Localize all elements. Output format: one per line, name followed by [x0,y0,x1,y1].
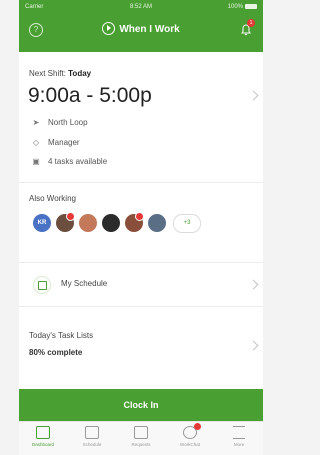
battery-icon [245,4,257,9]
divider [19,306,263,307]
menu-icon [233,426,245,439]
avatar[interactable] [125,212,144,232]
app-header: Carrier 8:52 AM 100% ? When I Work 1 [19,0,263,52]
task-chevron-icon[interactable] [248,340,259,351]
my-schedule-label: My Schedule [61,279,108,288]
tab-label: Dashboard [31,442,54,447]
task-lists-label[interactable]: Today's Task Lists [29,331,93,340]
avatar-initials[interactable]: KR [33,214,51,232]
divider [19,182,263,183]
tab-more[interactable]: More [215,426,263,447]
location-arrow-icon: ➤ [32,118,40,127]
shift-position-text: Manager [48,138,80,147]
avatar[interactable] [79,214,97,232]
tab-label: WorkChat [180,442,200,447]
battery-indicator: 100% [228,4,257,10]
avatar-status-dot [135,212,144,221]
brand-title: When I Work [19,22,263,36]
status-time: 8:52 AM [129,4,152,10]
tab-workchat[interactable]: WorkChat [166,423,214,447]
more-coworkers-button[interactable]: +3 [173,214,201,233]
clock-in-button[interactable]: Clock In [19,389,263,421]
calendar-icon [33,276,51,294]
avatar[interactable] [56,212,75,232]
app-screen: Carrier 8:52 AM 100% ? When I Work 1 Nex… [19,0,263,455]
shift-tasks: ▣ 4 tasks available [31,156,107,168]
task-progress: 80% complete [29,348,83,357]
chat-badge [194,423,201,430]
next-shift-label: Next Shift: Today [29,69,91,78]
calendar-icon [85,426,99,439]
title-bar: ? When I Work 1 [19,17,263,47]
next-shift-prefix: Next Shift: [29,69,66,78]
tab-label: More [233,442,245,447]
play-logo-icon [102,22,116,35]
my-schedule-row[interactable]: My Schedule [19,262,263,306]
battery-label: 100% [227,4,243,11]
tab-label: Schedule [82,442,102,447]
also-working-label: Also Working [29,194,76,203]
clipboard-icon: ▣ [32,157,40,166]
shift-chevron-icon[interactable] [248,90,259,101]
schedule-chevron-icon [248,279,259,290]
avatar-status-dot [66,212,75,221]
next-shift-day: Today [68,69,92,78]
shift-tasks-text: 4 tasks available [48,157,108,166]
shift-location: ➤ North Loop [31,117,88,129]
status-bar: Carrier 8:52 AM 100% [19,0,263,14]
tab-requests[interactable]: Requests [117,426,165,447]
tab-dashboard[interactable]: Dashboard [19,426,67,447]
tag-icon: ◇ [32,138,40,147]
app-title: When I Work [119,24,180,36]
chat-icon [183,423,201,439]
avatar[interactable] [102,214,120,232]
tab-label: Requests [131,442,151,447]
tab-bar: Dashboard Schedule Requests WorkChat Mor… [19,421,263,455]
inbox-icon [134,426,148,439]
notification-badge: 1 [247,19,255,27]
avatar[interactable] [148,214,166,232]
shift-time[interactable]: 9:00a - 5:00p [28,84,152,108]
dashboard-icon [36,426,50,439]
shift-location-text: North Loop [48,118,88,127]
notifications-button[interactable]: 1 [241,19,255,36]
tab-schedule[interactable]: Schedule [68,426,116,447]
shift-position: ◇ Manager [31,137,80,149]
